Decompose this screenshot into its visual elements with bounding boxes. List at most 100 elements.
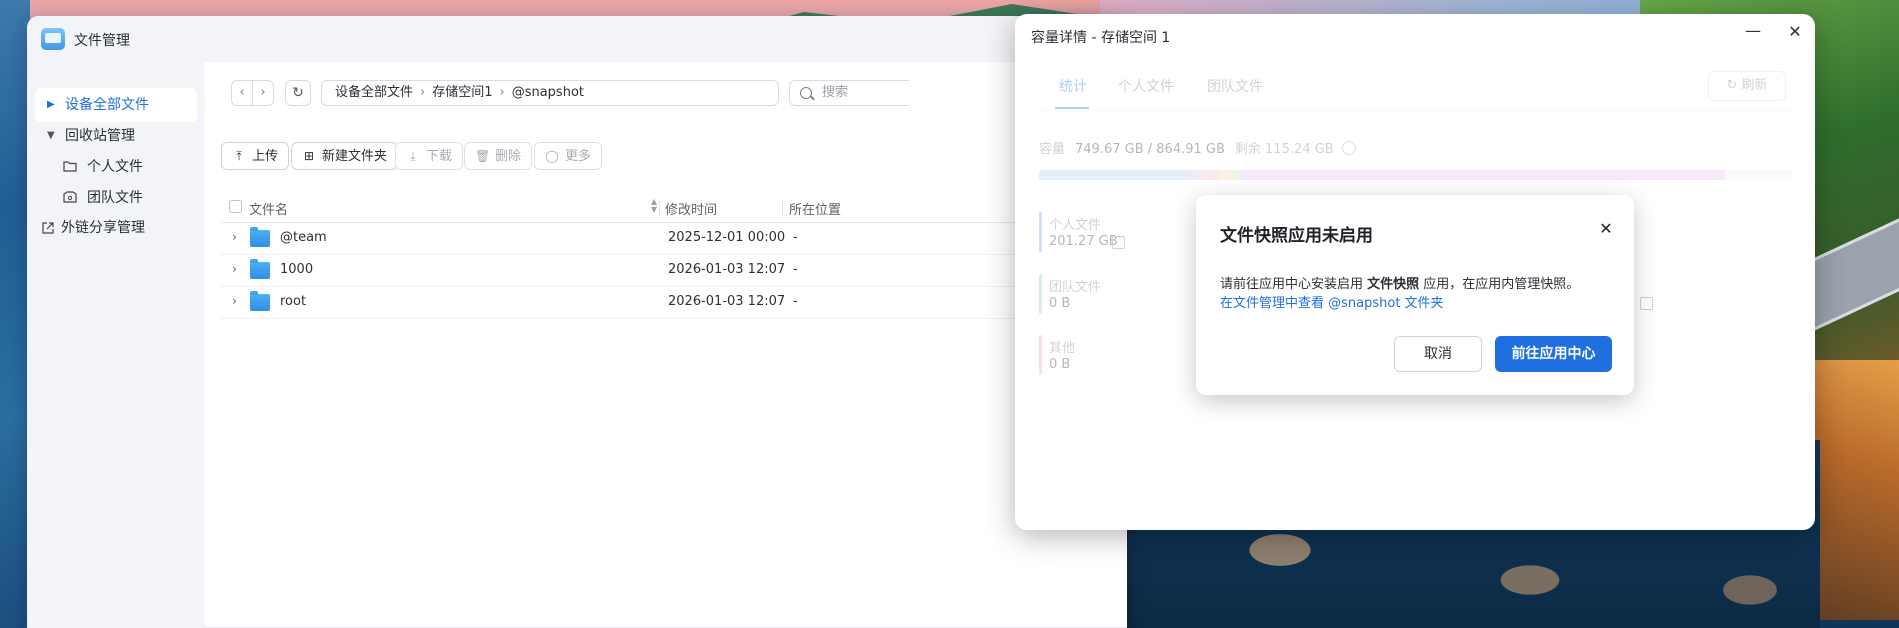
select-all-checkbox[interactable] — [229, 200, 242, 213]
column-header-name[interactable]: 文件名 — [249, 199, 288, 218]
go-to-app-center-button[interactable]: 前往应用中心 — [1495, 336, 1612, 372]
more-label: 更多 — [565, 149, 592, 164]
refresh-button[interactable]: ↻ 刷新 — [1708, 71, 1786, 101]
modified-time: 2026-01-03 12:07 — [668, 262, 786, 277]
caret-down-icon: ▼ — [47, 130, 55, 141]
minimize-icon: — — [1745, 21, 1761, 40]
expand-chevron-icon[interactable]: › — [232, 262, 237, 276]
table-row[interactable]: › 1000 2026-01-03 12:07 - — [221, 255, 1127, 287]
close-button[interactable]: ✕ — [1785, 22, 1805, 42]
refresh-button[interactable]: ↻ — [285, 80, 311, 106]
breadcrumb-item[interactable]: 存储空间1 — [432, 85, 492, 100]
legend-name: 团队文件 — [1049, 280, 1102, 295]
tab-team-files[interactable]: 团队文件 — [1207, 76, 1263, 96]
location: - — [793, 262, 798, 277]
breadcrumb-item[interactable]: @snapshot — [512, 85, 584, 100]
refresh-label: 刷新 — [1741, 78, 1768, 93]
caret-right-icon: ▶ — [47, 99, 55, 110]
tab-statistics[interactable]: 统计 — [1059, 76, 1087, 96]
sidebar-item-all-files[interactable]: ▶ 设备全部文件 — [35, 88, 197, 122]
location: - — [793, 294, 798, 309]
table-row[interactable]: › @team 2025-12-01 00:00 - — [221, 223, 1127, 255]
expand-chevron-icon[interactable]: › — [232, 294, 237, 308]
capacity-label: 容量 — [1039, 142, 1066, 157]
tab-personal-files[interactable]: 个人文件 — [1118, 76, 1174, 96]
usage-segment — [1039, 170, 1197, 180]
location: - — [793, 230, 798, 245]
file-name: 1000 — [280, 262, 314, 277]
active-tab-indicator — [1055, 107, 1089, 109]
sidebar-item-label: 外链分享管理 — [61, 220, 145, 236]
back-button[interactable]: ‹ — [231, 80, 253, 106]
sidebar-item-label: 回收站管理 — [65, 128, 135, 144]
sidebar-item-team-files[interactable]: 团队文件 — [35, 181, 197, 215]
close-button[interactable]: ✕ — [1596, 219, 1616, 239]
file-name: @team — [280, 230, 327, 245]
window-title: 文件管理 — [74, 33, 130, 49]
close-icon: ✕ — [1599, 219, 1613, 238]
modified-time: 2025-12-01 00:00 — [668, 230, 786, 245]
delete-button[interactable]: 🗑 删除 — [464, 142, 533, 170]
team-folder-icon — [63, 191, 77, 203]
sidebar-item-personal-files[interactable]: 个人文件 — [35, 150, 197, 184]
sidebar-item-share-links[interactable]: 外链分享管理 — [35, 211, 197, 245]
share-link-icon — [42, 222, 54, 234]
legend-value: 201.27 GB — [1049, 234, 1118, 249]
column-header-location[interactable]: 所在位置 — [789, 199, 841, 218]
new-folder-button[interactable]: ⊞ 新建文件夹 — [291, 142, 399, 170]
forward-button[interactable]: › — [252, 80, 274, 106]
breadcrumb[interactable]: 设备全部文件 › 存储空间1 › @snapshot — [321, 80, 779, 106]
legend-value: 0 B — [1049, 357, 1071, 372]
download-label: 下载 — [426, 149, 453, 164]
search-placeholder: 搜索 — [822, 85, 849, 100]
sort-icon[interactable]: ▲ ▼ — [651, 198, 657, 214]
wallpaper-sea — [0, 0, 30, 628]
usage-segment — [1197, 170, 1219, 180]
new-folder-icon: ⊞ — [303, 149, 315, 163]
download-button[interactable]: ⤓ 下载 — [395, 142, 464, 170]
external-link-icon[interactable] — [1640, 297, 1653, 310]
chevron-right-icon: › — [499, 85, 505, 100]
folder-outline-icon — [63, 161, 77, 172]
usage-segment — [1219, 170, 1229, 180]
remaining-value: 剩余 115.24 GB — [1234, 142, 1334, 157]
column-resizer[interactable] — [782, 200, 783, 216]
window-title: 容量详情 - 存储空间 1 — [1031, 30, 1171, 46]
upload-button[interactable]: ⤒ 上传 — [221, 142, 290, 170]
file-manager-titlebar[interactable]: 文件管理 — [27, 16, 1127, 62]
more-icon: ◯ — [545, 149, 559, 163]
table-row[interactable]: › root 2026-01-03 12:07 - — [221, 287, 1127, 319]
download-icon: ⤓ — [410, 149, 416, 163]
minimize-button[interactable]: — — [1743, 22, 1763, 42]
dialog-message: 请前往应用中心安装启用 文件快照 应用，在应用内管理快照。 — [1220, 273, 1579, 292]
breadcrumb-item[interactable]: 设备全部文件 — [335, 85, 413, 100]
capacity-value: 749.67 GB / 864.91 GB — [1075, 142, 1225, 157]
sidebar-item-label: 设备全部文件 — [65, 97, 149, 113]
cancel-button[interactable]: 取消 — [1394, 336, 1482, 372]
column-resizer[interactable] — [659, 200, 660, 216]
external-link-icon[interactable] — [1112, 236, 1125, 249]
file-manager-window: 文件管理 ▶ 设备全部文件 ▼ 回收站管理 个人文件 团队文件 外链分享管理 ‹… — [27, 16, 1127, 628]
usage-segment — [1229, 170, 1241, 180]
info-icon[interactable] — [1341, 141, 1356, 155]
close-icon: ✕ — [1788, 22, 1802, 41]
modified-time: 2026-01-03 12:07 — [668, 294, 786, 309]
message-suffix: 应用，在应用内管理快照。 — [1419, 277, 1580, 292]
legend-swatch — [1039, 335, 1042, 375]
expand-chevron-icon[interactable]: › — [232, 230, 237, 244]
search-icon — [800, 87, 812, 99]
legend-swatch — [1039, 274, 1042, 314]
more-button[interactable]: ◯ 更多 — [534, 142, 603, 170]
upload-label: 上传 — [252, 149, 279, 164]
view-snapshot-folder-link[interactable]: 在文件管理中查看 @snapshot 文件夹 — [1220, 292, 1444, 311]
dialog-title: 文件快照应用未启用 — [1220, 226, 1373, 246]
column-header-modified[interactable]: 修改时间 — [665, 199, 717, 218]
divider — [1039, 110, 1791, 111]
search-input[interactable]: 搜索 — [789, 80, 909, 106]
sidebar: ▶ 设备全部文件 ▼ 回收站管理 个人文件 团队文件 外链分享管理 — [27, 62, 205, 628]
legend-value: 0 B — [1049, 296, 1071, 311]
legend-name: 其他 — [1049, 341, 1076, 356]
legend-swatch — [1039, 212, 1042, 252]
usage-segment — [1241, 170, 1725, 180]
sidebar-item-recycle-bin[interactable]: ▼ 回收站管理 — [35, 119, 197, 153]
